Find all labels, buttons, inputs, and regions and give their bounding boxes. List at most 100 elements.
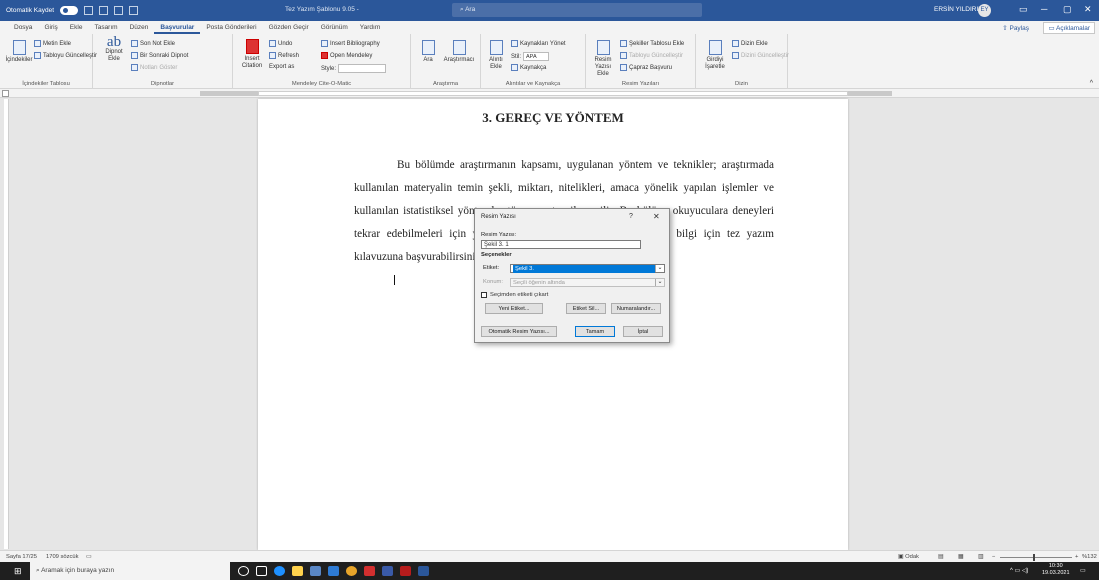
tab-mailings[interactable]: Posta Gönderileri	[200, 21, 262, 34]
tab-review[interactable]: Gözden Geçir	[263, 21, 315, 34]
edge-icon[interactable]	[274, 566, 285, 576]
web-layout-icon[interactable]: ▥	[978, 554, 983, 560]
update-index-button[interactable]: Dizini Güncelleştir	[732, 52, 789, 59]
insert-index-button[interactable]: Dizin Ekle	[732, 40, 768, 47]
proofing-icon[interactable]: ▭	[86, 554, 91, 560]
tab-selector[interactable]	[2, 90, 9, 97]
page-count[interactable]: Sayfa 17/25	[6, 554, 37, 560]
delete-label-button[interactable]: Etiket Sil...	[566, 303, 606, 314]
undo-icon[interactable]	[99, 6, 109, 15]
title-search-box[interactable]: ⌕ Ara	[452, 3, 702, 17]
help-icon[interactable]: ?	[629, 213, 633, 220]
mendeley-taskbar-icon[interactable]	[364, 566, 375, 576]
tab-layout[interactable]: Düzen	[124, 21, 155, 34]
insert-citation-button[interactable]: Insert Citation	[239, 39, 265, 70]
clock[interactable]: 10:30 19.03.2021	[1042, 563, 1070, 577]
tab-help[interactable]: Yardım	[354, 21, 386, 34]
acrobat-icon[interactable]	[400, 566, 411, 576]
manage-sources-button[interactable]: Kaynakları Yönet	[511, 40, 566, 47]
task-view-icon[interactable]	[256, 566, 267, 576]
collapse-ribbon-icon[interactable]: ^	[1090, 80, 1093, 87]
mendeley-style-field[interactable]: Style:	[321, 64, 387, 73]
insert-bibliography-button[interactable]: Insert Bibliography	[321, 40, 380, 47]
close-icon[interactable]: ✕	[653, 212, 660, 221]
word-taskbar-icon[interactable]	[418, 566, 429, 576]
update-table-button[interactable]: Tabloyu Güncelleştir	[34, 52, 97, 59]
save-icon[interactable]	[84, 6, 94, 15]
open-mendeley-button[interactable]: Open Mendeley	[321, 52, 372, 59]
cancel-button[interactable]: İptal	[623, 326, 663, 337]
focus-button[interactable]: ▣ Odak	[898, 554, 919, 560]
insert-citation-word-button[interactable]: Alıntı Ekle	[485, 40, 507, 71]
read-mode-icon[interactable]: ▤	[938, 554, 943, 560]
close-icon[interactable]: ✕	[1084, 4, 1092, 15]
search-button[interactable]: Ara	[417, 40, 439, 64]
tab-file[interactable]: Dosya	[8, 21, 38, 34]
vertical-ruler[interactable]	[4, 99, 9, 549]
system-tray-icons[interactable]: ^ ▭ ◁)	[1010, 567, 1028, 574]
horizontal-ruler[interactable]	[0, 89, 1099, 98]
caption-input[interactable]: Şekil 3. 1	[481, 240, 641, 249]
update-figures-table-button[interactable]: Tabloyu Güncelleştir	[620, 52, 683, 59]
zoom-slider-thumb[interactable]	[1033, 554, 1035, 561]
checkbox-box[interactable]	[481, 292, 487, 298]
next-footnote-button[interactable]: Bir Sonraki Dipnot	[131, 52, 188, 59]
cortana-icon[interactable]	[238, 566, 249, 576]
mark-entry-button[interactable]: Girdiyi İşaretle	[702, 40, 728, 71]
zoom-in-icon[interactable]: +	[1075, 554, 1078, 560]
numbering-button[interactable]: Numaralandır...	[611, 303, 661, 314]
print-layout-icon[interactable]: ▦	[958, 554, 963, 560]
mendeley-undo-button[interactable]: Undo	[269, 40, 292, 47]
add-text-button[interactable]: Metin Ekle	[34, 40, 71, 47]
notification-icon[interactable]: ▭	[1080, 567, 1086, 574]
customize-icon[interactable]	[129, 6, 139, 15]
file-explorer-icon[interactable]	[292, 566, 303, 576]
tab-design[interactable]: Tasarım	[88, 21, 123, 34]
ok-button[interactable]: Tamam	[575, 326, 615, 337]
cross-reference-button[interactable]: Çapraz Başvuru	[620, 64, 672, 71]
tab-references[interactable]: Başvurular	[154, 21, 201, 34]
chevron-down-icon[interactable]: ⌄	[655, 265, 664, 272]
tab-view[interactable]: Görünüm	[315, 21, 354, 34]
avatar[interactable]: EY	[978, 4, 991, 17]
zoom-out-icon[interactable]: −	[992, 554, 995, 560]
app-icon[interactable]	[382, 566, 393, 576]
comments-button[interactable]: ▭ Açıklamalar	[1043, 22, 1095, 34]
user-name[interactable]: ERSİN YILDIRIM	[934, 6, 984, 13]
zoom-slider[interactable]	[1000, 557, 1072, 558]
maximize-icon[interactable]: ▢	[1063, 4, 1072, 15]
autosave-toggle[interactable]	[60, 6, 79, 15]
position-select[interactable]: Seçili öğenin altında ⌄	[510, 278, 665, 287]
label-select[interactable]: Şekil 3. ⌄	[510, 264, 665, 273]
windows-start-icon[interactable]: ⊞	[14, 566, 22, 577]
insert-caption-button[interactable]: Resim Yazısı Ekle	[590, 40, 616, 78]
taskbar-search[interactable]: ⌕ Aramak için buraya yazın	[30, 562, 230, 580]
mendeley-style-combo[interactable]	[338, 64, 387, 73]
ruler-track[interactable]	[258, 91, 848, 96]
tab-home[interactable]: Giriş	[38, 21, 63, 34]
zoom-level[interactable]: %132	[1082, 554, 1097, 560]
chevron-down-icon[interactable]: ⌄	[655, 279, 664, 286]
mail-icon[interactable]	[328, 566, 339, 576]
toc-button[interactable]: İçindekiler	[5, 40, 33, 64]
tab-insert[interactable]: Ekle	[64, 21, 89, 34]
insert-footnote-button[interactable]: ab Dipnot Ekle	[101, 35, 127, 63]
citation-style-combo[interactable]: APA	[523, 52, 550, 61]
store-icon[interactable]	[310, 566, 321, 576]
share-button[interactable]: ⇧ Paylaş	[1002, 24, 1029, 32]
word-count[interactable]: 1709 sözcük	[46, 554, 79, 560]
autocaption-button[interactable]: Otomatik Resim Yazısı...	[481, 326, 557, 337]
insert-figures-table-button[interactable]: Şekiller Tablosu Ekle	[620, 40, 684, 47]
researcher-button[interactable]: Araştırmacı	[441, 40, 477, 64]
new-label-button[interactable]: Yeni Etiket...	[485, 303, 543, 314]
exclude-label-checkbox[interactable]: Seçimden etiketi çıkart	[481, 292, 548, 298]
mendeley-refresh-button[interactable]: Refresh	[269, 52, 299, 59]
mendeley-export-button[interactable]: Export as	[269, 64, 294, 70]
insert-endnote-button[interactable]: Son Not Ekle	[131, 40, 175, 47]
show-notes-button[interactable]: Notları Göster	[131, 64, 177, 71]
minimize-icon[interactable]: ─	[1041, 4, 1047, 14]
ribbon-display-icon[interactable]: ▭	[1019, 4, 1028, 15]
redo-icon[interactable]	[114, 6, 124, 15]
chrome-icon[interactable]	[346, 566, 357, 576]
bibliography-button[interactable]: Kaynakça	[511, 64, 546, 71]
